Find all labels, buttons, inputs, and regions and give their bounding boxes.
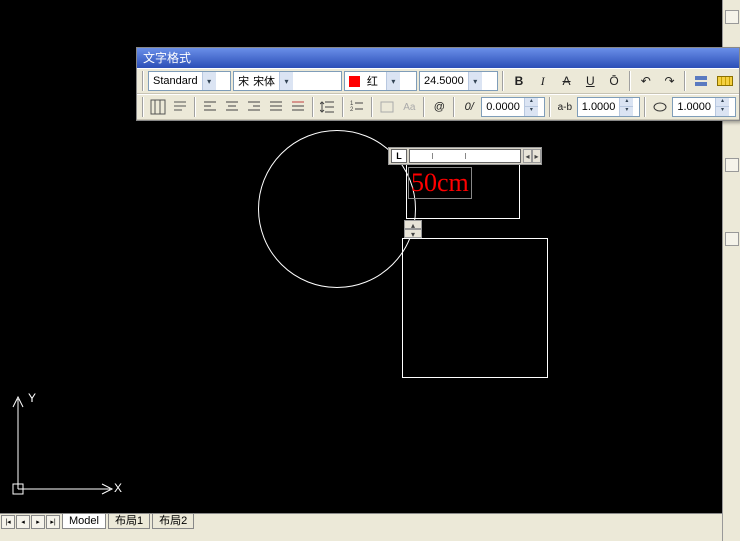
tab-layout2[interactable]: 布局2 bbox=[152, 514, 194, 529]
spinner-icon[interactable]: ▴▾ bbox=[715, 98, 729, 116]
line-spacing-button[interactable] bbox=[318, 96, 338, 118]
align-justify-button[interactable] bbox=[266, 96, 286, 118]
palette-row-2: 12 Aa @ 0/ 0.0000 ▴▾ a-b 1.0000 ▴▾ 1.000… bbox=[137, 94, 739, 120]
tab-nav-first[interactable]: |◂ bbox=[1, 515, 15, 529]
rectangle-entity bbox=[402, 238, 548, 378]
ruler-button[interactable] bbox=[714, 70, 736, 92]
mtext-editor[interactable]: L ◂▸ 50cm bbox=[388, 147, 542, 165]
line-spacing-icon bbox=[320, 99, 336, 115]
italic-button[interactable]: I bbox=[532, 70, 554, 92]
ruler-icon bbox=[717, 76, 733, 86]
oblique-angle-label: 0/ bbox=[459, 96, 479, 118]
bold-button[interactable]: B bbox=[508, 70, 530, 92]
mtext-ruler-scale[interactable] bbox=[409, 149, 521, 163]
spinner-icon[interactable]: ▴▾ bbox=[619, 98, 633, 116]
mtext-tab-button[interactable]: L bbox=[391, 149, 407, 163]
tab-nav-next[interactable]: ▸ bbox=[31, 515, 45, 529]
ucs-x-label: X bbox=[114, 481, 122, 495]
align-right-icon bbox=[246, 99, 262, 115]
columns-button[interactable] bbox=[148, 96, 168, 118]
layout-tabs-bar: |◂ ◂ ▸ ▸| Model 布局1 布局2 bbox=[0, 513, 722, 529]
align-center-icon bbox=[224, 99, 240, 115]
gutter-button[interactable] bbox=[725, 10, 739, 24]
align-left-icon bbox=[202, 99, 218, 115]
gutter-button[interactable] bbox=[725, 158, 739, 172]
mtext-text-area[interactable]: 50cm bbox=[408, 167, 472, 199]
overline-button[interactable]: Ō bbox=[603, 70, 625, 92]
ucs-y-label: Y bbox=[28, 391, 36, 405]
mtext-width-grip[interactable]: ◂▸ bbox=[523, 149, 541, 163]
width-factor-label bbox=[650, 96, 670, 118]
numbering-icon: 12 bbox=[349, 99, 365, 115]
tracking-input[interactable]: 1.0000 ▴▾ bbox=[577, 97, 641, 117]
tab-model[interactable]: Model bbox=[62, 514, 106, 529]
font-dropdown[interactable]: 宋宋体 bbox=[233, 71, 342, 91]
palette-row-1: Standard 宋宋体 红 24.5000 B I A U Ō ↶ ↷ bbox=[137, 68, 739, 94]
text-format-palette[interactable]: 文字格式 Standard 宋宋体 红 24.5000 B I A U Ō ↶ … bbox=[136, 47, 740, 121]
symbol-button[interactable]: @ bbox=[429, 96, 449, 118]
color-swatch-icon bbox=[349, 76, 360, 87]
svg-text:2: 2 bbox=[350, 107, 354, 113]
align-justify-icon bbox=[268, 99, 284, 115]
tab-nav-prev[interactable]: ◂ bbox=[16, 515, 30, 529]
width-factor-input[interactable]: 1.0000 ▴▾ bbox=[672, 97, 736, 117]
width-factor-icon bbox=[652, 99, 668, 115]
align-right-button[interactable] bbox=[244, 96, 264, 118]
align-distribute-icon bbox=[290, 99, 306, 115]
oblique-angle-input[interactable]: 0.0000 ▴▾ bbox=[481, 97, 545, 117]
tracking-label: a-b bbox=[555, 96, 575, 118]
columns-icon bbox=[150, 99, 166, 115]
mtext-height-grip[interactable]: ▴▾ bbox=[404, 220, 422, 238]
mtext-ruler[interactable]: L ◂▸ bbox=[388, 147, 542, 165]
palette-title[interactable]: 文字格式 bbox=[137, 48, 739, 68]
text-height-dropdown[interactable]: 24.5000 bbox=[419, 71, 498, 91]
redo-button[interactable]: ↷ bbox=[659, 70, 681, 92]
color-dropdown[interactable]: 红 bbox=[344, 71, 417, 91]
uppercase-button[interactable]: Aa bbox=[399, 96, 419, 118]
field-icon bbox=[379, 99, 395, 115]
strikethrough-button[interactable]: A bbox=[556, 70, 578, 92]
numbering-button[interactable]: 12 bbox=[348, 96, 368, 118]
align-center-button[interactable] bbox=[222, 96, 242, 118]
underline-button[interactable]: U bbox=[579, 70, 601, 92]
mtext-options-button[interactable] bbox=[170, 96, 190, 118]
align-distribute-button[interactable] bbox=[288, 96, 308, 118]
paragraph-icon bbox=[172, 99, 188, 115]
undo-button[interactable]: ↶ bbox=[635, 70, 657, 92]
text-style-dropdown[interactable]: Standard bbox=[148, 71, 231, 91]
stack-button[interactable] bbox=[690, 70, 712, 92]
stack-icon bbox=[693, 73, 709, 89]
gutter-button[interactable] bbox=[725, 232, 739, 246]
tab-layout1[interactable]: 布局1 bbox=[108, 514, 150, 529]
insert-field-button[interactable] bbox=[377, 96, 397, 118]
align-left-button[interactable] bbox=[200, 96, 220, 118]
ucs-icon: Y X bbox=[10, 391, 120, 501]
tab-nav-last[interactable]: ▸| bbox=[46, 515, 60, 529]
spinner-icon[interactable]: ▴▾ bbox=[524, 98, 538, 116]
